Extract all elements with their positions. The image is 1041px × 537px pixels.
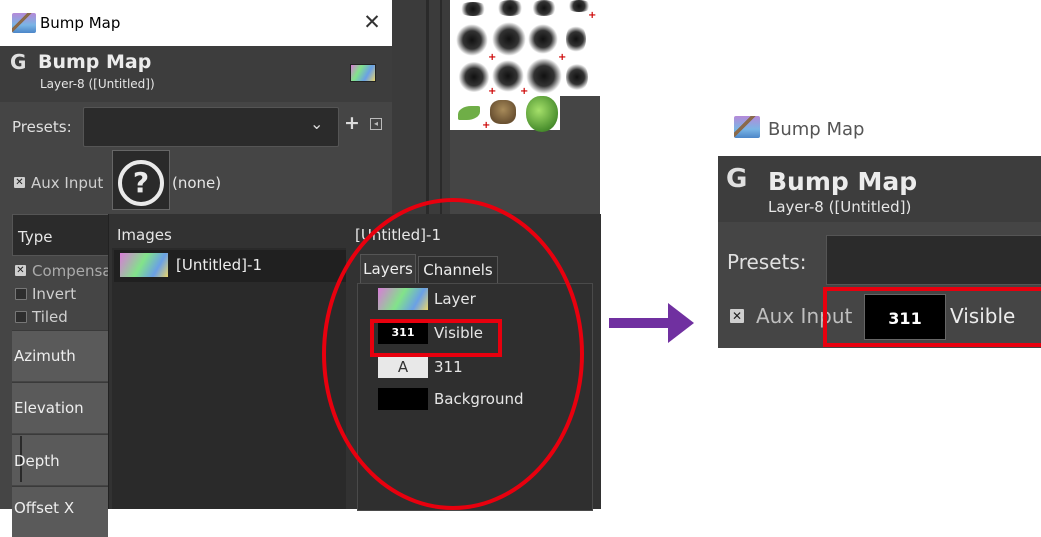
compensate-checkbox[interactable]: ✕ (15, 265, 26, 276)
brush-thumbnail[interactable] (566, 24, 586, 54)
gimp-app-icon (734, 116, 760, 138)
image-thumbnail (120, 253, 168, 277)
add-preset-button[interactable]: + (344, 112, 360, 134)
aux-input-value: (none) (172, 174, 222, 192)
brush-thumbnail[interactable] (456, 24, 488, 56)
presets-label: Presets: (12, 118, 72, 136)
operation-title: Bump Map (38, 51, 152, 73)
highlight-box (823, 287, 1041, 347)
compensate-label: Compensa (32, 262, 112, 280)
brush-thumbnail[interactable] (566, 62, 588, 92)
divider (426, 0, 429, 214)
aux-input-checkbox[interactable]: ✕ (14, 177, 25, 188)
brush-thumbnail[interactable] (492, 22, 526, 56)
cross-icon: + (520, 86, 529, 97)
images-label: Images (117, 226, 172, 244)
zoomed-layer-subtitle: Layer-8 ([Untitled]) (768, 198, 912, 216)
tiled-label: Tiled (32, 308, 68, 326)
aux-input-label: Aux Input (31, 174, 104, 192)
zoomed-operation-title: Bump Map (768, 167, 918, 196)
zoomed-dialog-title: Bump Map (768, 119, 865, 140)
brush-thumbnail[interactable] (530, 0, 558, 16)
arrow-right-icon (668, 303, 694, 343)
cross-icon: + (588, 10, 597, 21)
invert-checkbox[interactable] (15, 288, 27, 300)
offset-x-label: Offset X (14, 499, 75, 517)
brush-thumbnail[interactable] (495, 0, 525, 16)
elevation-label: Elevation (14, 399, 84, 417)
type-label: Type (18, 228, 53, 246)
close-button[interactable]: ✕ (358, 8, 386, 36)
presets-menu-icon[interactable]: ◂ (370, 118, 382, 130)
cross-icon: + (558, 52, 567, 63)
zoomed-presets-combo[interactable] (826, 235, 1041, 285)
brush-thumbnail[interactable] (458, 62, 490, 92)
depth-label: Depth (14, 452, 60, 470)
layer-subtitle: Layer-8 ([Untitled]) (40, 77, 155, 91)
cross-icon: + (488, 86, 497, 97)
brush-thumbnail[interactable] (526, 58, 562, 94)
zoomed-aux-input-checkbox[interactable]: ✕ (730, 309, 744, 323)
azimuth-label: Azimuth (14, 347, 76, 365)
gimp-g-logo-icon: G (10, 50, 27, 74)
invert-label: Invert (32, 285, 77, 303)
tiled-checkbox[interactable] (15, 311, 27, 323)
gimp-app-icon (12, 13, 36, 33)
dialog-title: Bump Map (40, 14, 121, 32)
layer-preview-thumbnail (350, 64, 376, 82)
wilber-brush-icon[interactable] (490, 100, 516, 124)
pepper-brush-icon[interactable] (526, 96, 558, 132)
gimp-g-logo-icon: G (726, 164, 748, 194)
highlight-box (370, 319, 502, 357)
image-name: [Untitled]-1 (176, 256, 262, 274)
chevron-down-icon[interactable]: ⌄ (310, 114, 323, 133)
zoomed-presets-label: Presets: (727, 250, 807, 274)
brush-panel-background (560, 96, 600, 214)
images-list (112, 248, 346, 509)
divider (440, 0, 442, 214)
presets-combo[interactable] (83, 107, 339, 147)
question-circle-icon[interactable]: ? (118, 160, 164, 206)
zoomed-titlebar (718, 98, 1041, 156)
cross-icon: + (488, 52, 497, 63)
brush-thumbnail[interactable] (528, 24, 558, 54)
brush-thumbnail[interactable] (458, 2, 488, 16)
cross-icon: + (482, 120, 491, 131)
arrow-shaft (609, 318, 669, 328)
